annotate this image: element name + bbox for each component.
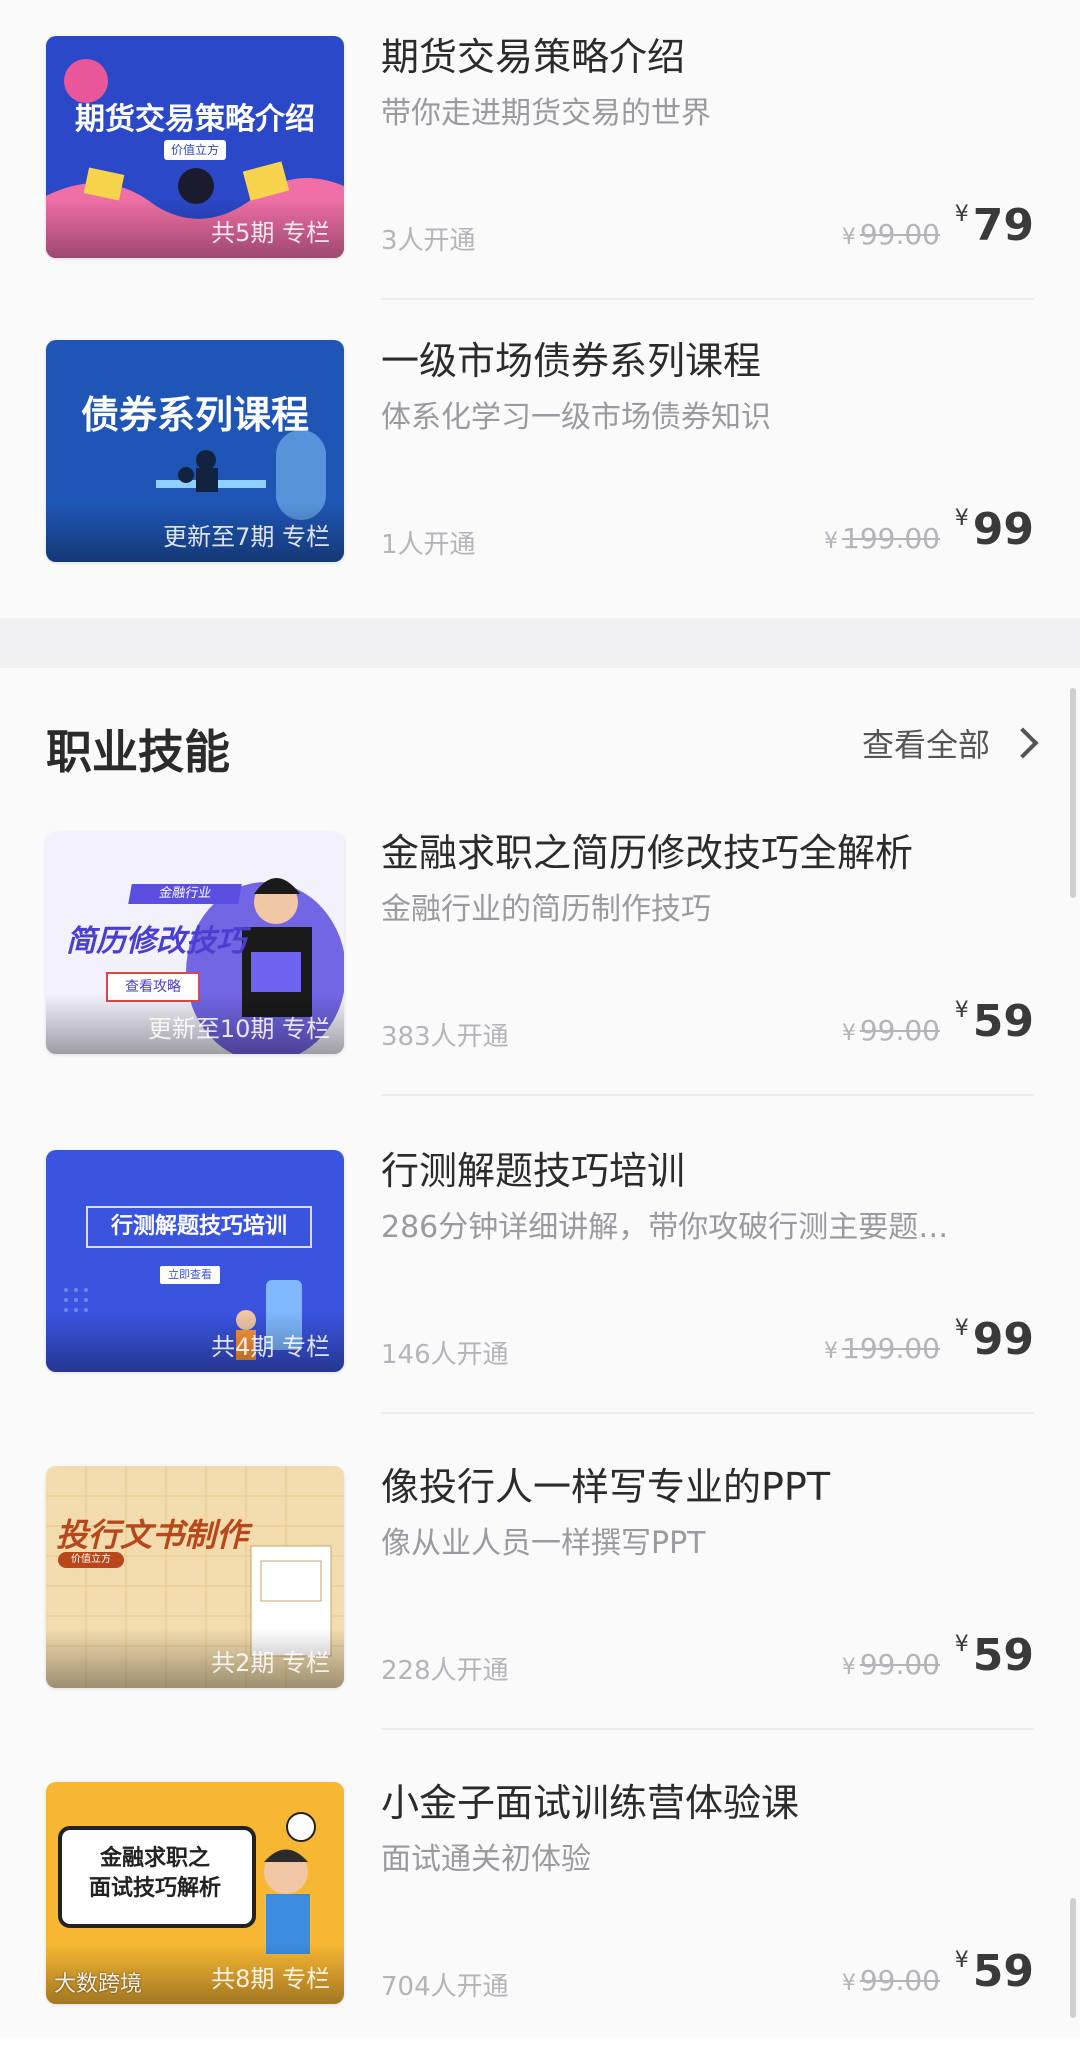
current-price-value: 59 xyxy=(972,1630,1034,1681)
course-thumbnail[interactable]: 期货交易策略介绍 价值立方 共5期 专栏 xyxy=(46,36,344,258)
thumbnail-title: 债券系列课程 xyxy=(80,393,309,437)
subscriber-count: 383人开通 xyxy=(381,1022,509,1052)
thumbnail-title: 期货交易策略介绍 xyxy=(75,102,315,137)
course-title[interactable]: 像投行人一样写专业的PPT xyxy=(381,1456,830,1511)
yen-symbol: ¥ xyxy=(841,1021,856,1046)
thumbnail-tag: 金融行业 xyxy=(128,884,242,904)
top-course-section: 期货交易策略介绍 价值立方 共5期 专栏 期货交易策略介绍 带你走进期货交易的世… xyxy=(0,0,1080,618)
original-price: ¥99.00 xyxy=(842,1964,940,1997)
course-subtitle: 286分钟详细讲解，带你攻破行测主要题… xyxy=(381,1210,949,1245)
yen-symbol: ¥ xyxy=(954,506,969,531)
course-title[interactable]: 期货交易策略介绍 xyxy=(381,26,685,81)
thumbnail-title: 投行文书制作 xyxy=(56,1516,249,1554)
thumbnail-tag: 价值立方 xyxy=(58,1552,124,1568)
original-price: ¥199.00 xyxy=(824,522,940,555)
original-price-value: 99.00 xyxy=(859,1648,940,1681)
course-title[interactable]: 金融求职之简历修改技巧全解析 xyxy=(381,822,913,877)
course-title[interactable]: 一级市场债券系列课程 xyxy=(381,330,761,385)
divider xyxy=(381,298,1034,300)
original-price: ¥99.00 xyxy=(842,218,940,251)
original-price: ¥99.00 xyxy=(842,1648,940,1681)
yen-symbol: ¥ xyxy=(954,1632,969,1657)
yen-symbol: ¥ xyxy=(954,202,969,227)
current-price-value: 79 xyxy=(972,200,1034,251)
section-heading: 职业技能 xyxy=(46,725,230,779)
current-price: ¥59 xyxy=(955,996,1034,1047)
watermark: 大数跨境 xyxy=(54,1972,143,1997)
current-price: ¥99 xyxy=(955,1314,1034,1365)
course-thumbnail[interactable]: 金融求职之 面试技巧解析 共8期 专栏 大数跨境 xyxy=(46,1782,344,2004)
original-price-value: 99.00 xyxy=(859,1964,940,1997)
thumbnail-title: 金融求职之 面试技巧解析 xyxy=(88,1846,221,1901)
episode-badge: 更新至7期 专栏 xyxy=(163,523,330,551)
course-card[interactable]: 金融求职之 面试技巧解析 共8期 专栏 大数跨境 小金子面试训练营体验课 面试通… xyxy=(0,1746,1080,2046)
course-card[interactable]: 期货交易策略介绍 价值立方 共5期 专栏 期货交易策略介绍 带你走进期货交易的世… xyxy=(0,0,1080,300)
divider xyxy=(381,1094,1034,1096)
yen-symbol: ¥ xyxy=(954,1948,969,1973)
course-thumbnail[interactable]: 债券系列课程 更新至7期 专栏 xyxy=(46,340,344,562)
course-thumbnail[interactable]: 投行文书制作 价值立方 共2期 专栏 xyxy=(46,1466,344,1688)
course-thumbnail[interactable]: 行测解题技巧培训 立即查看 共4期 专栏 xyxy=(46,1150,344,1372)
current-price: ¥79 xyxy=(955,200,1034,251)
current-price-value: 99 xyxy=(972,1314,1034,1365)
original-price-value: 99.00 xyxy=(859,1014,940,1047)
current-price-value: 99 xyxy=(972,504,1034,555)
current-price-value: 59 xyxy=(972,996,1034,1047)
original-price: ¥99.00 xyxy=(842,1014,940,1047)
course-thumbnail[interactable]: 金融行业 简历修改技巧 查看攻略 更新至10期 专栏 xyxy=(46,832,344,1054)
yen-symbol: ¥ xyxy=(841,225,856,250)
episode-badge: 共2期 专栏 xyxy=(211,1649,330,1677)
subscriber-count: 228人开通 xyxy=(381,1656,509,1686)
chevron-right-icon xyxy=(1007,727,1039,759)
subscriber-count: 1人开通 xyxy=(381,530,476,560)
thumbnail-button: 立即查看 xyxy=(160,1266,220,1284)
yen-symbol: ¥ xyxy=(954,1316,969,1341)
course-card[interactable]: 行测解题技巧培训 立即查看 共4期 专栏 行测解题技巧培训 286分钟详细讲解，… xyxy=(0,1114,1080,1414)
course-subtitle: 像从业人员一样撰写PPT xyxy=(381,1526,706,1561)
course-title[interactable]: 小金子面试训练营体验课 xyxy=(381,1772,799,1827)
course-card[interactable]: 债券系列课程 更新至7期 专栏 一级市场债券系列课程 体系化学习一级市场债券知识… xyxy=(0,304,1080,604)
course-subtitle: 面试通关初体验 xyxy=(381,1842,591,1877)
episode-badge: 更新至10期 专栏 xyxy=(147,1015,330,1043)
section-divider xyxy=(0,618,1080,668)
episode-badge: 共5期 专栏 xyxy=(211,219,330,247)
divider xyxy=(381,1412,1034,1414)
course-card[interactable]: 金融行业 简历修改技巧 查看攻略 更新至10期 专栏 金融求职之简历修改技巧全解… xyxy=(0,796,1080,1096)
yen-symbol: ¥ xyxy=(824,529,839,554)
course-card[interactable]: 投行文书制作 价值立方 共2期 专栏 像投行人一样写专业的PPT 像从业人员一样… xyxy=(0,1430,1080,1730)
course-title[interactable]: 行测解题技巧培训 xyxy=(381,1140,685,1195)
divider xyxy=(381,1728,1034,1730)
current-price: ¥59 xyxy=(955,1630,1034,1681)
yen-symbol: ¥ xyxy=(954,998,969,1023)
original-price-value: 199.00 xyxy=(842,522,940,555)
yen-symbol: ¥ xyxy=(841,1655,856,1680)
view-all-link[interactable]: 查看全部 xyxy=(861,720,1039,766)
original-price-value: 199.00 xyxy=(842,1332,940,1365)
yen-symbol: ¥ xyxy=(841,1971,856,1996)
current-price: ¥99 xyxy=(955,504,1034,555)
original-price: ¥199.00 xyxy=(824,1332,940,1365)
current-price: ¥59 xyxy=(955,1946,1034,1997)
subscriber-count: 3人开通 xyxy=(381,226,476,256)
career-skills-section: 职业技能 查看全部 金融行业 简历修改技巧 查看攻略 更新至10期 专栏 金融求… xyxy=(0,668,1080,2037)
course-subtitle: 金融行业的简历制作技巧 xyxy=(381,892,711,927)
subscriber-count: 146人开通 xyxy=(381,1340,509,1370)
thumbnail-tag: 价值立方 xyxy=(164,140,226,160)
view-all-label: 查看全部 xyxy=(861,726,990,764)
current-price-value: 59 xyxy=(972,1946,1034,1997)
original-price-value: 99.00 xyxy=(859,218,940,251)
episode-badge: 共4期 专栏 xyxy=(211,1333,330,1361)
course-subtitle: 体系化学习一级市场债券知识 xyxy=(381,400,771,435)
yen-symbol: ¥ xyxy=(824,1339,839,1364)
thumbnail-title: 行测解题技巧培训 xyxy=(86,1206,312,1248)
episode-badge: 共8期 专栏 xyxy=(211,1965,330,1993)
subscriber-count: 704人开通 xyxy=(381,1972,509,2002)
thumbnail-title: 简历修改技巧 xyxy=(66,924,246,959)
course-subtitle: 带你走进期货交易的世界 xyxy=(381,96,711,131)
